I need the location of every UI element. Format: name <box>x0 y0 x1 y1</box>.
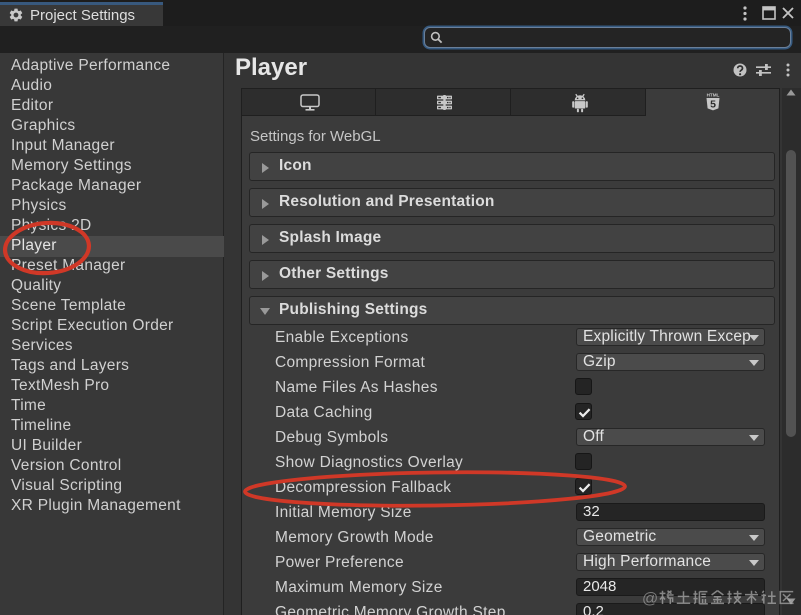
svg-text:HTML: HTML <box>707 93 720 98</box>
svg-text:@: @ <box>642 591 658 608</box>
svg-text:5: 5 <box>710 99 716 111</box>
